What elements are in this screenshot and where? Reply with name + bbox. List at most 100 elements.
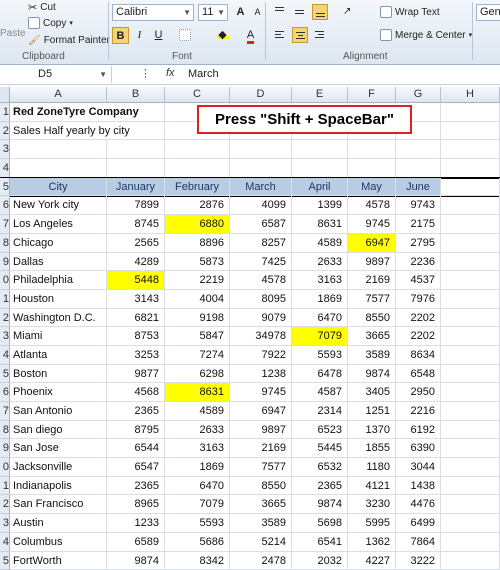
cell[interactable]: Dallas [10, 253, 107, 272]
cell[interactable]: 8795 [107, 421, 165, 440]
cell[interactable]: 8745 [107, 215, 165, 234]
sheet-row[interactable]: 4 [0, 159, 500, 178]
cell[interactable] [10, 159, 107, 178]
cell[interactable]: Chicago [10, 234, 107, 253]
cell[interactable]: 3589 [230, 514, 292, 533]
cell[interactable]: Los Angeles [10, 215, 107, 234]
column-title[interactable]: January [107, 178, 165, 197]
align-bottom-button[interactable] [312, 4, 328, 20]
cell[interactable]: Boston [10, 365, 107, 384]
cell[interactable]: Red ZoneTyre Company [10, 103, 107, 122]
sheet-row[interactable]: 2San Francisco896570793665987432304476 [0, 495, 500, 514]
cell[interactable] [107, 103, 165, 122]
font-color-button[interactable]: A [242, 27, 259, 44]
column-header-f[interactable]: F [348, 87, 396, 103]
cell[interactable]: 2202 [396, 309, 441, 328]
cell[interactable]: 3143 [107, 290, 165, 309]
cell[interactable]: 4537 [396, 271, 441, 290]
cell[interactable]: FortWorth [10, 552, 107, 570]
cell[interactable] [230, 140, 292, 159]
cell[interactable]: 5214 [230, 533, 292, 552]
cell[interactable] [441, 253, 500, 272]
cell[interactable]: 1438 [396, 477, 441, 496]
cell[interactable] [292, 159, 348, 178]
cell[interactable] [441, 533, 500, 552]
row-number[interactable]: 2 [0, 122, 10, 141]
cell[interactable]: 3222 [396, 552, 441, 570]
column-header-e[interactable]: E [292, 87, 348, 103]
cell[interactable] [441, 514, 500, 533]
cell[interactable] [441, 122, 500, 141]
cell[interactable] [441, 402, 500, 421]
row-number[interactable]: 5 [0, 552, 10, 570]
cell[interactable]: Sales Half yearly by city [10, 122, 107, 141]
cell[interactable]: 6390 [396, 439, 441, 458]
column-header-h[interactable]: H [441, 87, 500, 103]
cell[interactable]: Washington D.C. [10, 309, 107, 328]
cell[interactable] [107, 122, 165, 141]
column-title[interactable]: April [292, 178, 348, 197]
cell[interactable]: 2032 [292, 552, 348, 570]
column-title[interactable]: May [348, 178, 396, 197]
cell[interactable]: 9874 [107, 552, 165, 570]
cell[interactable] [441, 215, 500, 234]
cell[interactable]: San diego [10, 421, 107, 440]
sheet-row[interactable]: 0Philadelphia544822194578316321694537 [0, 271, 500, 290]
cell[interactable]: 4476 [396, 495, 441, 514]
row-number[interactable]: 0 [0, 271, 10, 290]
cell[interactable]: 6499 [396, 514, 441, 533]
sheet-row[interactable]: 3Miami8753584734978707936652202 [0, 327, 500, 346]
sheet-row[interactable]: 9Dallas428958737425263398972236 [0, 253, 500, 272]
cell[interactable] [441, 439, 500, 458]
cell[interactable]: 2202 [396, 327, 441, 346]
sheet-row[interactable]: 5Boston987762981238647898746548 [0, 365, 500, 384]
sheet-row[interactable]: 1Indianapolis236564708550236541211438 [0, 477, 500, 496]
cell[interactable]: 2478 [230, 552, 292, 570]
cell[interactable]: 6523 [292, 421, 348, 440]
cell[interactable] [348, 159, 396, 178]
cell[interactable] [441, 346, 500, 365]
cell[interactable]: 5995 [348, 514, 396, 533]
cell[interactable]: 2175 [396, 215, 441, 234]
row-number[interactable]: 3 [0, 514, 10, 533]
cell[interactable]: 3163 [292, 271, 348, 290]
sheet-row[interactable]: 3 [0, 140, 500, 159]
cell[interactable] [165, 159, 230, 178]
cell[interactable]: 8631 [292, 215, 348, 234]
cell[interactable]: 9198 [165, 309, 230, 328]
cell[interactable]: 6947 [230, 402, 292, 421]
cell[interactable] [441, 458, 500, 477]
cell[interactable]: Columbus [10, 533, 107, 552]
cell[interactable]: 5686 [165, 533, 230, 552]
cell[interactable]: 2216 [396, 402, 441, 421]
cell[interactable]: 6298 [165, 365, 230, 384]
cell[interactable]: 7922 [230, 346, 292, 365]
resize-handle-icon[interactable]: ⋮ [140, 67, 151, 80]
cell[interactable] [441, 234, 500, 253]
cell[interactable]: Austin [10, 514, 107, 533]
row-number[interactable]: 4 [0, 346, 10, 365]
cell[interactable]: 3665 [348, 327, 396, 346]
cell[interactable]: 5847 [165, 327, 230, 346]
cell[interactable]: 8631 [165, 383, 230, 402]
cell[interactable]: 6548 [396, 365, 441, 384]
cell[interactable]: Miami [10, 327, 107, 346]
cell[interactable]: 2876 [165, 196, 230, 215]
cell[interactable]: 1180 [348, 458, 396, 477]
cell[interactable] [441, 552, 500, 570]
cell[interactable] [107, 140, 165, 159]
cell[interactable]: 6821 [107, 309, 165, 328]
sheet-row[interactable]: 2Washington D.C.682191989079647085502202 [0, 309, 500, 328]
row-number[interactable]: 6 [0, 196, 10, 215]
wrap-text-button[interactable]: Wrap Text [380, 6, 440, 18]
cell[interactable]: 6192 [396, 421, 441, 440]
row-number[interactable]: 9 [0, 439, 10, 458]
cell[interactable]: 4099 [230, 196, 292, 215]
cell[interactable]: 2365 [107, 477, 165, 496]
function-icon[interactable]: fx [166, 67, 175, 79]
cell[interactable]: 8634 [396, 346, 441, 365]
bold-button[interactable]: B [112, 27, 129, 44]
cell[interactable] [10, 140, 107, 159]
cell[interactable]: 7899 [107, 196, 165, 215]
cell[interactable]: 9745 [230, 383, 292, 402]
